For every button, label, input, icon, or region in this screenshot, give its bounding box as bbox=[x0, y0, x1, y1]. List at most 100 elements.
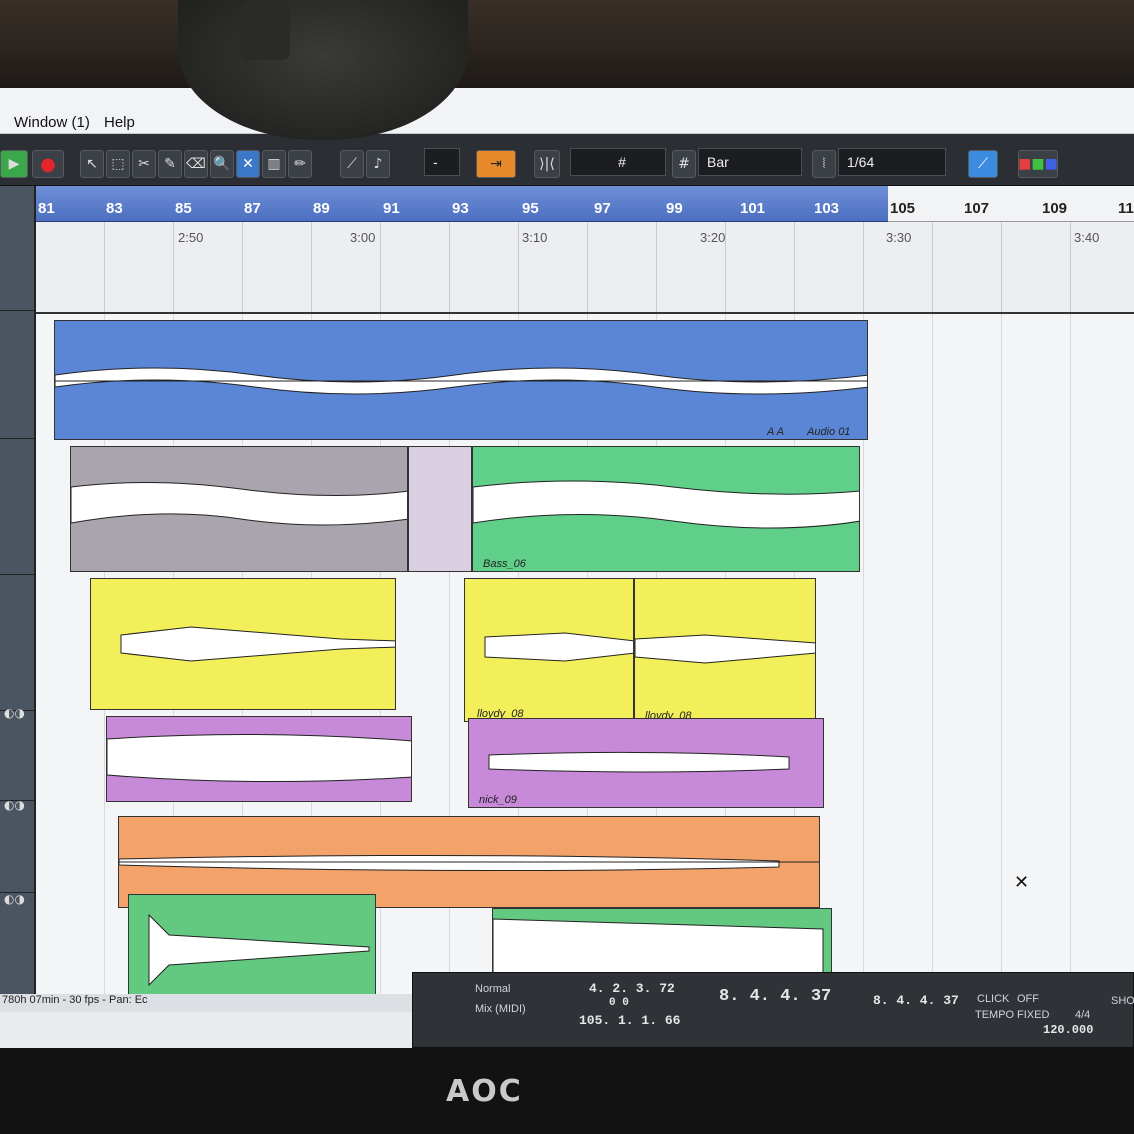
webcam-mount bbox=[240, 0, 290, 60]
click-state[interactable]: OFF bbox=[1017, 993, 1039, 1005]
clip-lloydy-left[interactable] bbox=[90, 578, 396, 710]
menu-bar: Window (1) Help bbox=[0, 88, 1134, 134]
glue-icon[interactable]: ✎ bbox=[158, 150, 182, 178]
mute-tool-icon[interactable]: ✕ bbox=[236, 150, 260, 178]
bar-99: 99 bbox=[666, 200, 683, 217]
bar-ruler-end[interactable] bbox=[888, 186, 1134, 222]
click-label[interactable]: CLICK bbox=[977, 993, 1009, 1005]
waveform bbox=[484, 632, 633, 662]
monitor-brand-logo: AOC bbox=[446, 1074, 523, 1109]
clip-bass-gap[interactable] bbox=[408, 446, 472, 572]
play-tool-icon[interactable]: ♪ bbox=[366, 150, 390, 178]
grid-type-field[interactable]: # bbox=[570, 148, 666, 176]
waveform bbox=[148, 913, 370, 987]
bar-103: 103 bbox=[814, 200, 840, 217]
snap-grid-icon[interactable]: # bbox=[672, 150, 696, 178]
position-display[interactable]: 8. 4. 4. 37 bbox=[719, 987, 831, 1006]
clip-bass-left[interactable] bbox=[70, 446, 408, 572]
pointer-tool-icon[interactable]: ↖ bbox=[80, 150, 104, 178]
clip-nick-09[interactable]: nick_09 bbox=[468, 718, 824, 808]
time-3-00: 3:00 bbox=[350, 230, 376, 245]
monitor-icon[interactable]: ◐◑ bbox=[4, 706, 25, 720]
tempo-label[interactable]: TEMPO bbox=[975, 1009, 1014, 1021]
time-3-30: 3:30 bbox=[886, 230, 912, 245]
clip-name-nick-09: nick_09 bbox=[479, 794, 517, 806]
track-header-panel[interactable]: ◐◑ ◐◑ ◐◑ bbox=[0, 186, 36, 1006]
waveform bbox=[635, 634, 815, 664]
erase-icon[interactable]: ⌫ bbox=[184, 150, 208, 178]
time-3-20: 3:20 bbox=[700, 230, 726, 245]
background-wall bbox=[0, 0, 1134, 88]
transport-panel: Normal Mix (MIDI) 4. 2. 3. 72 0 0 105. 1… bbox=[412, 972, 1134, 1048]
tempo-value[interactable]: 120.000 bbox=[1043, 1023, 1093, 1037]
transport-mode[interactable]: Normal bbox=[475, 983, 510, 995]
waveform bbox=[120, 626, 395, 662]
daw-screen: Window (1) Help ▶ ● ↖ ⬚ ✂ ✎ ⌫ 🔍 ✕ ▥ ✏ ⟋ … bbox=[0, 88, 1134, 1048]
show-label[interactable]: SHO bbox=[1111, 995, 1134, 1007]
waveform bbox=[107, 733, 411, 783]
left-locator[interactable]: 4. 2. 3. 72 bbox=[589, 981, 675, 996]
clip-extra-label: A A bbox=[767, 426, 784, 438]
bar-95: 95 bbox=[522, 200, 539, 217]
clip-bass-06[interactable]: Bass_06 bbox=[472, 446, 860, 572]
range-tool-icon[interactable]: ⬚ bbox=[106, 150, 130, 178]
time-3-10: 3:10 bbox=[522, 230, 548, 245]
time-2-50: 2:50 bbox=[178, 230, 204, 245]
toolbar: ▶ ● ↖ ⬚ ✂ ✎ ⌫ 🔍 ✕ ▥ ✏ ⟋ ♪ - ⇥ ⟩|⟨ # # Ba… bbox=[0, 134, 1134, 186]
clip-name-bass-06: Bass_06 bbox=[483, 558, 526, 570]
right-locator[interactable]: 105. 1. 1. 66 bbox=[579, 1013, 680, 1028]
bar-107: 107 bbox=[964, 200, 990, 217]
scissors-icon[interactable]: ✂ bbox=[132, 150, 156, 178]
transport-mix[interactable]: Mix (MIDI) bbox=[475, 1003, 526, 1015]
arrangement-area[interactable]: A A Audio 01 Bass_06 lloydy_08 lloydy_08… bbox=[36, 314, 1134, 1004]
clip-nick-left[interactable] bbox=[106, 716, 412, 802]
zoom-icon[interactable]: 🔍 bbox=[210, 150, 234, 178]
left-locator-sub: 0 0 bbox=[609, 997, 629, 1009]
clip-audio-01[interactable]: A A Audio 01 bbox=[54, 320, 868, 440]
menu-help[interactable]: Help bbox=[104, 114, 135, 131]
bar-105: 105 bbox=[890, 200, 916, 217]
menu-window[interactable]: Window (1) bbox=[14, 114, 90, 131]
clip-green-left[interactable] bbox=[128, 894, 376, 1004]
clip-lloydy-08-b[interactable]: lloydy_08 bbox=[634, 578, 816, 724]
clip-lloydy-08-a[interactable]: lloydy_08 bbox=[464, 578, 634, 722]
bar-83: 83 bbox=[106, 200, 123, 217]
monitor-icon-2[interactable]: ◐◑ bbox=[4, 798, 25, 812]
bar-85: 85 bbox=[175, 200, 192, 217]
time-signature[interactable]: 4/4 bbox=[1075, 1009, 1090, 1021]
comp-tool-icon[interactable]: ▥ bbox=[262, 150, 286, 178]
time-3-40: 3:40 bbox=[1074, 230, 1100, 245]
split-icon[interactable]: ⟩|⟨ bbox=[534, 150, 560, 178]
bar-111: 11 bbox=[1118, 200, 1134, 217]
quantize-icon[interactable]: ⦚ bbox=[812, 150, 836, 178]
record-icon[interactable]: ● bbox=[32, 150, 64, 178]
bar-91: 91 bbox=[383, 200, 400, 217]
mouse-cursor-icon: ✕ bbox=[1014, 872, 1030, 893]
bar-97: 97 bbox=[594, 200, 611, 217]
status-bar: 780h 07min - 30 fps - Pan: Ec bbox=[0, 994, 420, 1012]
position-display-2[interactable]: 8. 4. 4. 37 bbox=[873, 993, 959, 1008]
waveform bbox=[55, 367, 867, 395]
bar-81: 81 bbox=[38, 200, 55, 217]
quantize-field[interactable]: 1/64 bbox=[838, 148, 946, 176]
snap-type-field[interactable]: Bar bbox=[698, 148, 802, 176]
bar-87: 87 bbox=[244, 200, 261, 217]
waveform bbox=[488, 751, 790, 773]
draw-tool-icon[interactable]: ✏ bbox=[288, 150, 312, 178]
chord-icon[interactable]: ⟋ bbox=[968, 150, 998, 178]
waveform bbox=[473, 480, 859, 529]
bar-89: 89 bbox=[313, 200, 330, 217]
monitor-icon-3[interactable]: ◐◑ bbox=[4, 892, 25, 906]
bar-109: 109 bbox=[1042, 200, 1068, 217]
autoscroll-icon[interactable]: ⇥ bbox=[476, 150, 516, 178]
snap-small-field[interactable]: - bbox=[424, 148, 460, 176]
color-palette-icon[interactable]: ■ ■ ■ bbox=[1018, 150, 1058, 178]
clip-name-audio-01: Audio 01 bbox=[807, 426, 851, 438]
monitor-bottom-bezel bbox=[0, 1048, 1134, 1134]
bar-101: 101 bbox=[740, 200, 766, 217]
line-tool-icon[interactable]: ⟋ bbox=[340, 150, 364, 178]
play-icon[interactable]: ▶ bbox=[0, 150, 28, 178]
tempo-mode[interactable]: FIXED bbox=[1017, 1009, 1049, 1021]
bar-93: 93 bbox=[452, 200, 469, 217]
waveform bbox=[71, 481, 407, 526]
